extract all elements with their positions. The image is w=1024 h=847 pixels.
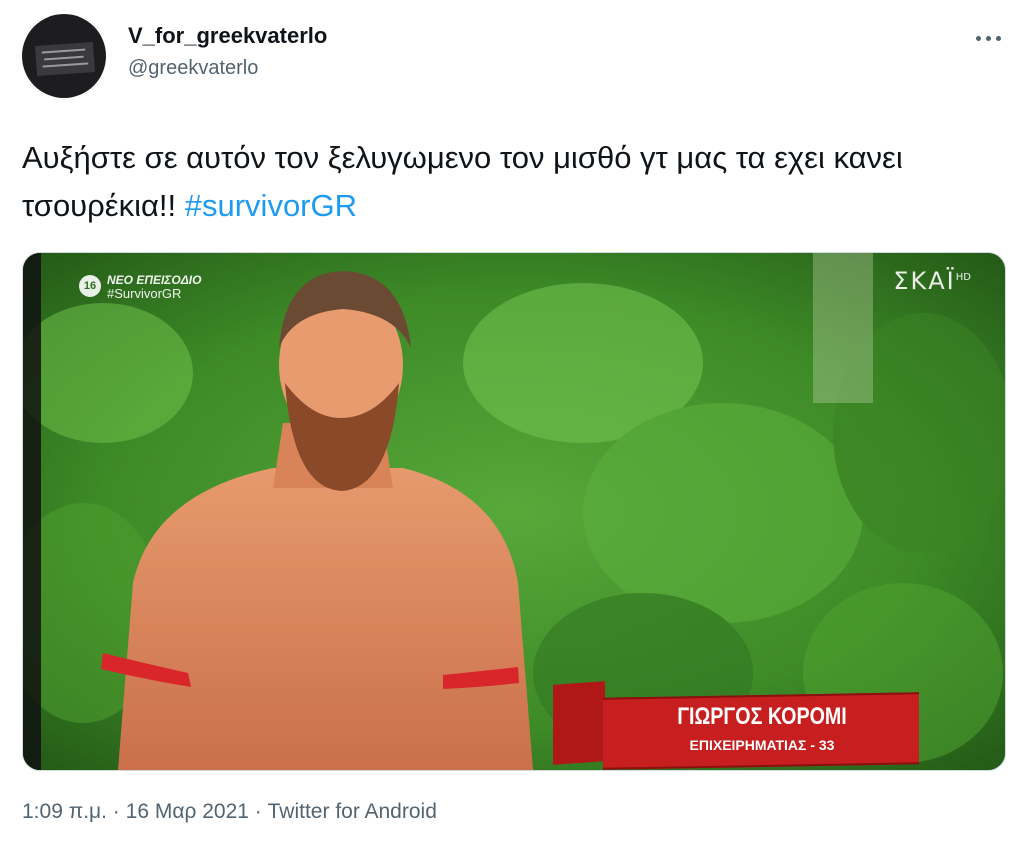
channel-logo: ΣΚΑΪHD (893, 267, 971, 295)
lower-third-flag (553, 681, 605, 765)
lower-third-job: ΕΠΙΧΕΙΡΗΜΑΤΙΑΣ - 33 (689, 737, 835, 753)
author-display-name[interactable]: V_for_greekvaterlo (128, 23, 327, 49)
channel-hd-badge: HD (955, 272, 971, 283)
meta-separator: · (106, 800, 126, 823)
meta-separator: · (248, 800, 268, 823)
tweet-card: V_for_greekvaterlo @greekvaterlo Αυξήστε… (0, 0, 1024, 847)
tweet-source[interactable]: Twitter for Android (268, 800, 437, 823)
episode-label: ΝΕΟ ΕΠΕΙΣΟΔΙΟ (107, 273, 202, 287)
episode-tag: #SurvivorGR (107, 286, 182, 301)
tweet-meta: 1:09 π.μ. · 16 Μαρ 2021 · Twitter for An… (22, 800, 437, 824)
tweet-media-image[interactable]: 16 ΝΕΟ ΕΠΕΙΣΟΔΙΟ #SurvivorGR ΣΚΑΪHD ΓΙΩΡ… (22, 252, 1006, 771)
lower-third-name: ΓΙΩΡΓΟΣ ΚΟΡΟΜΙ (677, 703, 847, 730)
channel-logo-text: ΣΚΑΪ (893, 267, 956, 295)
tweet-text: Αυξήστε σε αυτόν τον ξελυγωμενο τον μισθ… (22, 134, 1002, 230)
tweet-date[interactable]: 16 Μαρ 2021 (126, 800, 249, 823)
author-handle[interactable]: @greekvaterlo (128, 57, 258, 80)
hashtag-link[interactable]: #survivorGR (185, 188, 357, 223)
episode-badge: 16 (79, 275, 101, 297)
tweet-time[interactable]: 1:09 π.μ. (22, 800, 107, 823)
tweet-text-main: Αυξήστε σε αυτόν τον ξελυγωμενο τον μισθ… (22, 140, 903, 223)
more-options-icon[interactable] (968, 22, 1008, 54)
avatar-image (35, 42, 95, 76)
avatar[interactable] (22, 14, 106, 98)
